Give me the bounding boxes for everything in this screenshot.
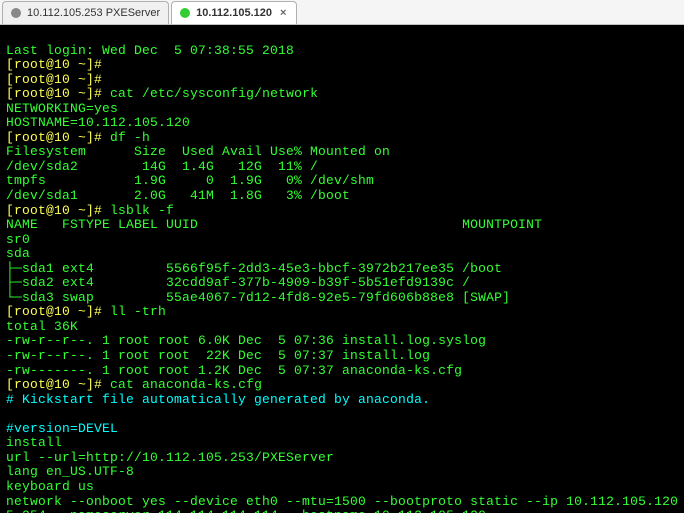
tab-label: 10.112.105.253 PXEServer bbox=[27, 7, 160, 19]
ks-line: 5.254 --nameserver 114.114.114.114 --hos… bbox=[6, 508, 486, 513]
prompt-user: [root@10 ~] bbox=[6, 86, 94, 101]
output-line: NETWORKING=yes bbox=[6, 101, 118, 116]
output-line: HOSTNAME=10.112.105.120 bbox=[6, 115, 190, 130]
lsblk-row: ├─sda1 ext4 5566f95f-2dd3-45e3-bbcf-3972… bbox=[6, 261, 502, 276]
lsblk-row: sr0 bbox=[6, 232, 30, 247]
terminal-output[interactable]: Last login: Wed Dec 5 07:38:55 2018 [roo… bbox=[0, 25, 684, 513]
cmd-cat-ks: cat anaconda-ks.cfg bbox=[110, 377, 262, 392]
df-row: tmpfs 1.9G 0 1.9G 0% /dev/shm bbox=[6, 173, 374, 188]
lsblk-row: ├─sda2 ext4 32cdd9af-377b-4909-b39f-5b51… bbox=[6, 275, 470, 290]
ll-row: -rw-------. 1 root root 1.2K Dec 5 07:37… bbox=[6, 363, 462, 378]
tab-label: 10.112.105.120 bbox=[196, 7, 272, 19]
ks-comment: # Kickstart file automatically generated… bbox=[6, 392, 430, 407]
prompt-user: [root@10 ~] bbox=[6, 304, 94, 319]
ks-line: lang en_US.UTF-8 bbox=[6, 464, 134, 479]
ks-comment: #version=DEVEL bbox=[6, 421, 118, 436]
status-icon bbox=[11, 8, 21, 18]
ks-line: network --onboot yes --device eth0 --mtu… bbox=[6, 494, 678, 509]
prompt-char: # bbox=[94, 304, 102, 319]
prompt-user: [root@10 ~] bbox=[6, 377, 94, 392]
status-icon bbox=[180, 8, 190, 18]
prompt-user: [root@10 ~] bbox=[6, 57, 94, 72]
cmd-cat-network: cat /etc/sysconfig/network bbox=[110, 86, 318, 101]
prompt-char: # bbox=[94, 72, 102, 87]
prompt-char: # bbox=[94, 203, 102, 218]
cmd-lsblk: lsblk -f bbox=[110, 203, 174, 218]
lsblk-header: NAME FSTYPE LABEL UUID MOUNTPOINT bbox=[6, 217, 542, 232]
prompt-user: [root@10 ~] bbox=[6, 203, 94, 218]
ks-line: url --url=http://10.112.105.253/PXEServe… bbox=[6, 450, 334, 465]
lsblk-row: └─sda3 swap 55ae4067-7d12-4fd8-92e5-79fd… bbox=[6, 290, 510, 305]
prompt-user: [root@10 ~] bbox=[6, 130, 94, 145]
prompt-user: [root@10 ~] bbox=[6, 72, 94, 87]
prompt-char: # bbox=[94, 130, 102, 145]
df-row: /dev/sda2 14G 1.4G 12G 11% / bbox=[6, 159, 318, 174]
df-row: /dev/sda1 2.0G 41M 1.8G 3% /boot bbox=[6, 188, 350, 203]
ll-total: total 36K bbox=[6, 319, 78, 334]
ll-row: -rw-r--r--. 1 root root 22K Dec 5 07:37 … bbox=[6, 348, 430, 363]
tab-bar: 10.112.105.253 PXEServer 10.112.105.120 … bbox=[0, 0, 684, 25]
tab-host-120[interactable]: 10.112.105.120 × bbox=[171, 1, 297, 24]
cmd-ll: ll -trh bbox=[110, 304, 166, 319]
prompt-char: # bbox=[94, 377, 102, 392]
cmd-df: df -h bbox=[110, 130, 150, 145]
lsblk-row: sda bbox=[6, 246, 30, 261]
ks-line: install bbox=[6, 435, 62, 450]
last-login: Last login: Wed Dec 5 07:38:55 2018 bbox=[6, 43, 294, 58]
prompt-char: # bbox=[94, 57, 102, 72]
tab-pxeserver[interactable]: 10.112.105.253 PXEServer bbox=[2, 1, 169, 24]
df-header: Filesystem Size Used Avail Use% Mounted … bbox=[6, 144, 390, 159]
close-icon[interactable]: × bbox=[278, 7, 288, 19]
ks-line: keyboard us bbox=[6, 479, 94, 494]
ll-row: -rw-r--r--. 1 root root 6.0K Dec 5 07:36… bbox=[6, 333, 486, 348]
prompt-char: # bbox=[94, 86, 102, 101]
